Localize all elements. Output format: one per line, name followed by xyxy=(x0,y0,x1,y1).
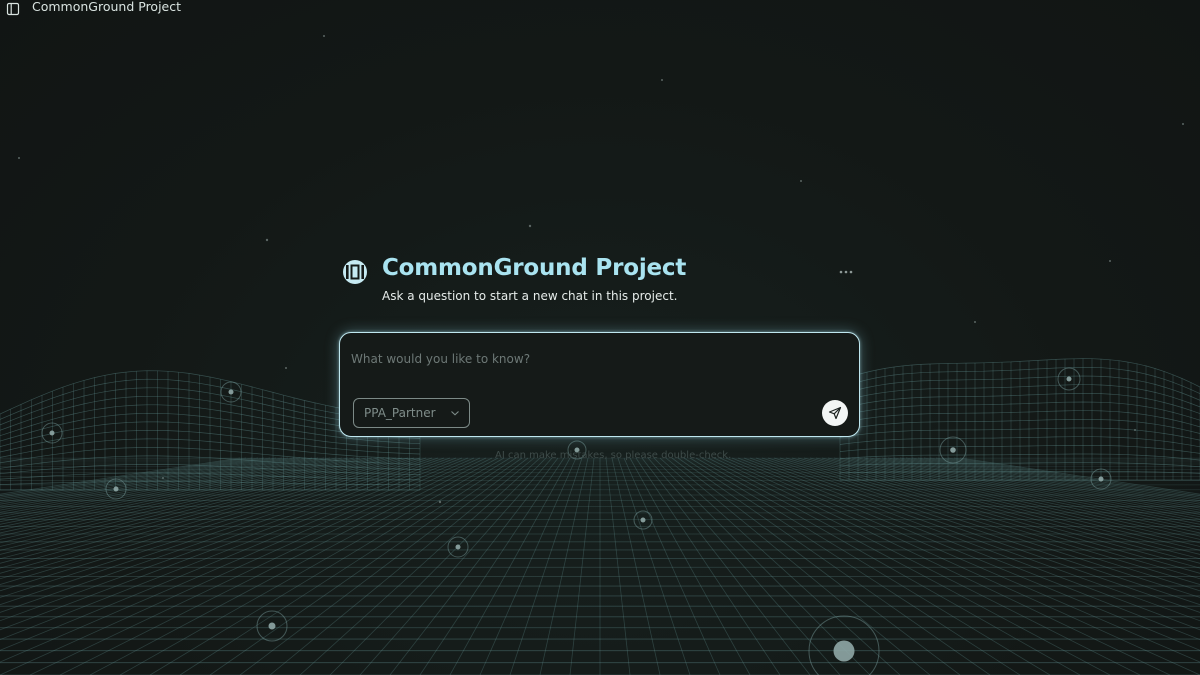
grid-line xyxy=(815,457,1200,555)
project-icon xyxy=(341,258,369,286)
chevron-down-icon xyxy=(451,411,459,416)
glow-node xyxy=(1057,367,1081,391)
grid-line xyxy=(0,457,457,631)
grid-line xyxy=(179,457,517,675)
grid-line xyxy=(953,457,1200,497)
grid-line xyxy=(677,457,991,675)
grid-line xyxy=(761,457,1200,606)
grid-line xyxy=(869,457,1200,525)
more-options-button[interactable] xyxy=(838,263,854,275)
grid-line xyxy=(419,457,565,675)
grid-line xyxy=(0,457,271,503)
glow-node xyxy=(447,536,469,558)
grid-line xyxy=(635,457,781,675)
grid-line xyxy=(0,457,439,606)
model-select-value: PPA_Partner xyxy=(364,406,436,420)
grid-line xyxy=(743,457,1200,631)
grid-line xyxy=(641,457,811,675)
send-icon xyxy=(828,406,842,420)
grid-line xyxy=(0,457,247,497)
grid-line xyxy=(29,457,487,675)
disclaimer-text: AI can make mistakes, so please double-c… xyxy=(495,450,732,461)
grid-line xyxy=(509,457,583,675)
grid-line xyxy=(617,457,691,675)
grid-line xyxy=(653,457,871,675)
app-stage: CommonGround Project CommonGround Projec… xyxy=(0,0,1200,675)
grid-line xyxy=(707,457,1141,675)
grid-line xyxy=(539,457,589,675)
sidebar-toggle-icon[interactable] xyxy=(6,1,20,16)
grid-line xyxy=(329,457,547,675)
grid-line xyxy=(449,457,571,675)
project-header: CommonGround Project Ask a question to s… xyxy=(341,255,861,315)
chat-composer: PPA_Partner xyxy=(339,332,860,437)
glow-node xyxy=(41,422,63,444)
app-title: CommonGround Project xyxy=(32,0,182,14)
project-subtitle: Ask a question to start a new chat in th… xyxy=(382,289,678,303)
grid-line xyxy=(209,457,523,675)
prompt-input[interactable] xyxy=(349,347,813,371)
project-title: CommonGround Project xyxy=(382,255,687,281)
grid-line xyxy=(299,457,541,675)
send-button[interactable] xyxy=(822,400,848,426)
more-dots-icon xyxy=(839,270,853,274)
grid-line xyxy=(569,457,595,675)
grid-line xyxy=(605,457,631,675)
model-select[interactable]: PPA_Partner xyxy=(353,398,470,428)
grid-line xyxy=(659,457,901,675)
grid-line xyxy=(59,457,493,675)
grid-line xyxy=(629,457,751,675)
grid-line xyxy=(0,457,331,525)
grid-line xyxy=(713,457,1171,675)
grid-line xyxy=(683,457,1021,675)
grid-line xyxy=(0,457,385,555)
grid-line xyxy=(929,457,1200,503)
grid-line xyxy=(611,457,661,675)
grid-line xyxy=(389,457,559,675)
